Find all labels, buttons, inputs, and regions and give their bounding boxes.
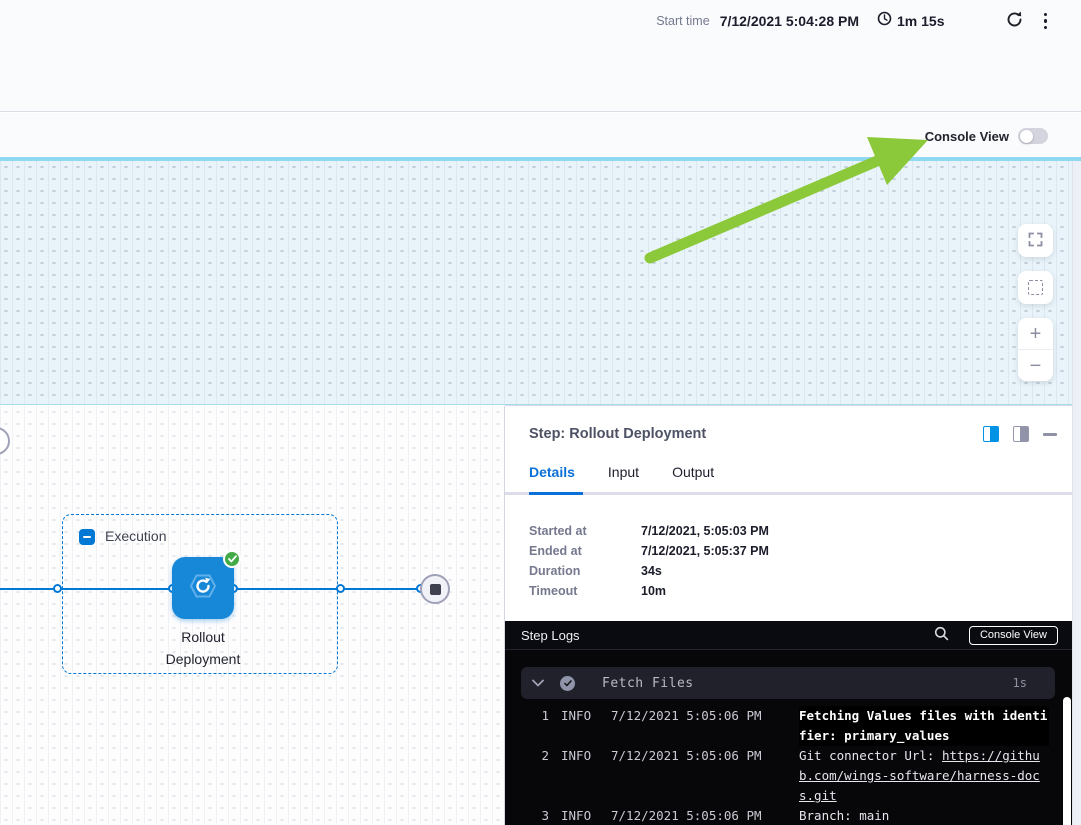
- fit-view-button[interactable]: [1018, 271, 1053, 304]
- end-node[interactable]: [420, 574, 450, 604]
- elapsed-time: 1m 15s: [897, 13, 944, 29]
- fullscreen-icon: [1028, 232, 1043, 250]
- rollout-deployment-node[interactable]: [172, 557, 234, 619]
- log-line-number: 3: [521, 806, 549, 825]
- detail-row: Duration34s: [529, 561, 1057, 581]
- kebab-menu-button[interactable]: [1044, 13, 1048, 30]
- panel-tabs: Details Input Output: [505, 464, 1081, 492]
- detail-row: Started at7/12/2021, 5:05:03 PM: [529, 521, 1057, 541]
- active-tab-underline: [529, 492, 583, 495]
- node-label: Rollout Deployment: [148, 626, 258, 670]
- log-group-row[interactable]: Fetch Files 1s: [521, 667, 1055, 699]
- clock-icon: [877, 11, 892, 31]
- execution-group-label: Execution: [105, 528, 166, 544]
- collapse-group-button[interactable]: [79, 529, 95, 545]
- detail-row: Timeout10m: [529, 581, 1057, 601]
- fit-view-icon: [1028, 280, 1043, 295]
- log-scrollbar-thumb[interactable]: [1063, 697, 1071, 825]
- log-message: Branch: main: [799, 806, 1049, 825]
- port-group-in: [53, 584, 62, 593]
- detail-label: Timeout: [529, 581, 641, 601]
- start-time-label: Start time: [656, 14, 710, 28]
- detail-value: 7/12/2021, 5:05:03 PM: [641, 521, 769, 541]
- stop-icon: [430, 584, 441, 595]
- log-message: Fetching Values files with identifier: p…: [799, 706, 1049, 746]
- log-row: 3 INFO 7/12/2021 5:05:06 PM Branch: main: [521, 806, 1065, 825]
- log-search-button[interactable]: [934, 626, 949, 644]
- console-view-toggle[interactable]: [1018, 128, 1048, 144]
- log-group-name: Fetch Files: [602, 676, 1013, 691]
- split-view-secondary-button[interactable]: [1013, 426, 1029, 442]
- console-view-label: Console View: [925, 129, 1009, 144]
- log-level: INFO: [561, 746, 599, 806]
- fullscreen-button[interactable]: [1018, 224, 1053, 257]
- detail-value: 7/12/2021, 5:05:37 PM: [641, 541, 769, 561]
- detail-value: 34s: [641, 561, 662, 581]
- log-timestamp: 7/12/2021 5:05:06 PM: [611, 706, 787, 746]
- minimize-panel-button[interactable]: [1043, 427, 1057, 441]
- top-header: Start time 7/12/2021 5:04:28 PM 1m 15s: [0, 0, 1081, 112]
- log-link[interactable]: https://github.com/wings-software/harnes…: [799, 748, 1040, 803]
- detail-label: Started at: [529, 521, 641, 541]
- details-list: Started at7/12/2021, 5:05:03 PMEnded at7…: [505, 495, 1081, 601]
- log-timestamp: 7/12/2021 5:05:06 PM: [611, 806, 787, 825]
- detail-label: Ended at: [529, 541, 641, 561]
- port-group-out: [336, 584, 345, 593]
- execution-graph-canvas[interactable]: Execution Rollout Deployment: [0, 406, 505, 825]
- log-row: 2 INFO 7/12/2021 5:05:06 PMGit connector U…: [521, 746, 1065, 806]
- step-success-icon: [560, 676, 575, 691]
- log-level: INFO: [561, 706, 599, 746]
- tab-details[interactable]: Details: [529, 464, 575, 492]
- split-view-primary-button[interactable]: [983, 426, 999, 442]
- step-logs-title: Step Logs: [521, 628, 934, 643]
- log-timestamp: 7/12/2021 5:05:06 PM: [611, 746, 787, 806]
- pipeline-canvas-upper[interactable]: + −: [0, 161, 1081, 405]
- pipeline-execution-page: Start time 7/12/2021 5:04:28 PM 1m 15s C…: [0, 0, 1081, 825]
- tab-divider: [505, 492, 1081, 495]
- log-message: Git connector Url: https://github.com/wi…: [799, 746, 1049, 806]
- log-lines: 1 INFO 7/12/2021 5:05:06 PM Fetching Values…: [521, 706, 1065, 825]
- log-row: 1 INFO 7/12/2021 5:05:06 PM Fetching Values…: [521, 706, 1065, 746]
- refresh-icon: [1005, 10, 1024, 32]
- detail-value: 10m: [641, 581, 666, 601]
- tab-input[interactable]: Input: [608, 464, 639, 492]
- start-time-value: 7/12/2021 5:04:28 PM: [720, 13, 859, 29]
- search-icon: [934, 626, 949, 644]
- detail-label: Duration: [529, 561, 641, 581]
- chevron-down-icon: [532, 679, 544, 687]
- detail-row: Ended at7/12/2021, 5:05:37 PM: [529, 541, 1057, 561]
- rollout-step-icon: [183, 566, 223, 611]
- panel-title: Step: Rollout Deployment: [529, 426, 983, 442]
- tab-output[interactable]: Output: [672, 464, 714, 492]
- step-logs-section: Step Logs Console View Fetch Files: [505, 621, 1081, 825]
- zoom-out-button[interactable]: −: [1018, 350, 1053, 381]
- logs-console-view-button[interactable]: Console View: [969, 626, 1058, 645]
- step-details-panel: Step: Rollout Deployment Details Input Out…: [505, 405, 1081, 825]
- log-line-number: 2: [521, 746, 549, 806]
- canvas-controls: + −: [1018, 224, 1053, 381]
- page-scrollbar-track: [1072, 161, 1081, 825]
- log-group-duration: 1s: [1013, 676, 1027, 690]
- zoom-in-button[interactable]: +: [1018, 318, 1053, 350]
- subheader: Console View: [0, 113, 1081, 157]
- log-line-number: 1: [521, 706, 549, 746]
- success-badge-icon: [223, 550, 241, 568]
- previous-node-partial: [0, 427, 10, 455]
- log-level: INFO: [561, 806, 599, 825]
- refresh-button[interactable]: [1005, 10, 1024, 32]
